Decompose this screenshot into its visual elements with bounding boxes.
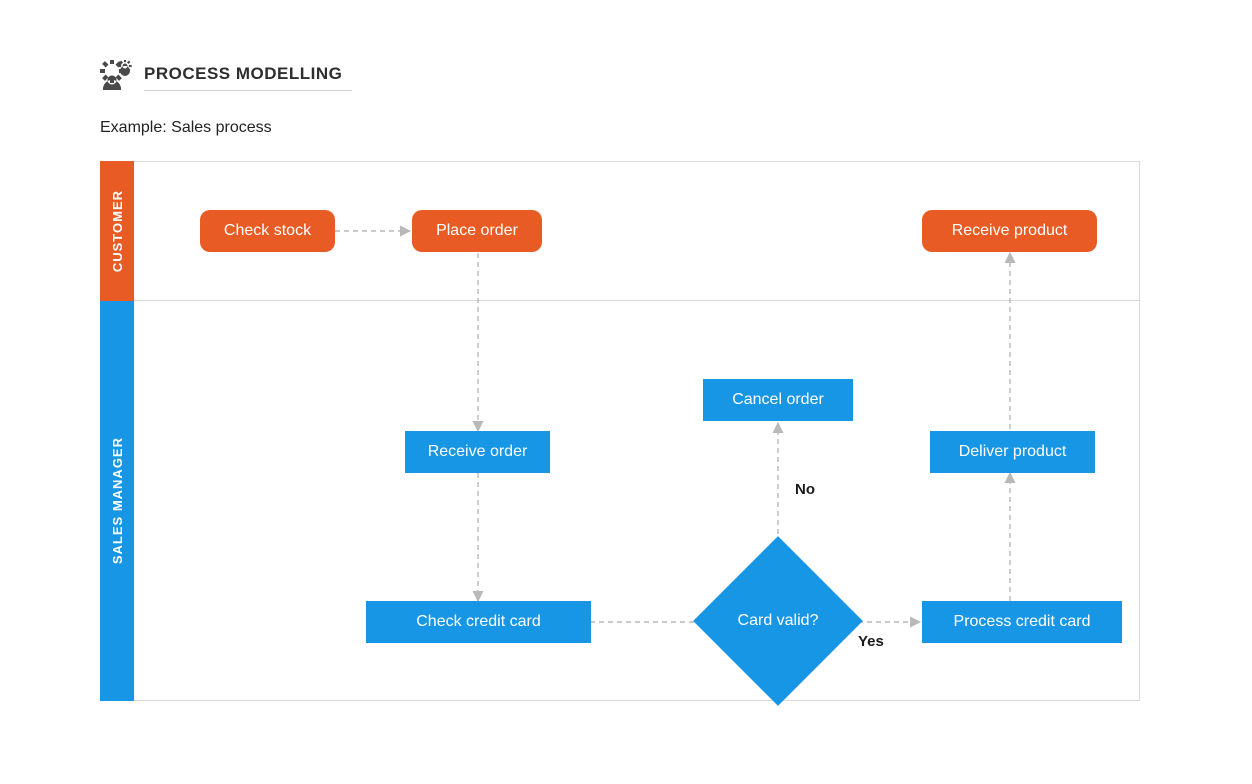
page-subtitle: Example: Sales process [100, 119, 1152, 137]
node-check-credit-card[interactable]: Check credit card [366, 601, 591, 643]
lane-label-customer: CUSTOMER [110, 190, 125, 272]
node-receive-order[interactable]: Receive order [405, 431, 550, 473]
node-receive-product[interactable]: Receive product [922, 210, 1097, 252]
node-cancel-order[interactable]: Cancel order [703, 379, 853, 421]
swimlane-diagram: CUSTOMER SALES MANAGER [100, 161, 1140, 701]
gears-icon [100, 60, 134, 95]
lane-header-sales: SALES MANAGER [100, 301, 134, 701]
node-check-stock[interactable]: Check stock [200, 210, 335, 252]
edge-label-no: No [795, 481, 815, 498]
page-header: PROCESS MODELLING [100, 60, 1152, 95]
node-process-credit-card[interactable]: Process credit card [922, 601, 1122, 643]
edge-label-yes: Yes [858, 633, 884, 650]
lane-header-customer: CUSTOMER [100, 161, 134, 301]
page-title: PROCESS MODELLING [144, 64, 352, 91]
node-place-order[interactable]: Place order [412, 210, 542, 252]
lane-label-sales: SALES MANAGER [110, 437, 125, 564]
node-deliver-product[interactable]: Deliver product [930, 431, 1095, 473]
node-card-valid[interactable]: Card valid? [718, 561, 838, 681]
